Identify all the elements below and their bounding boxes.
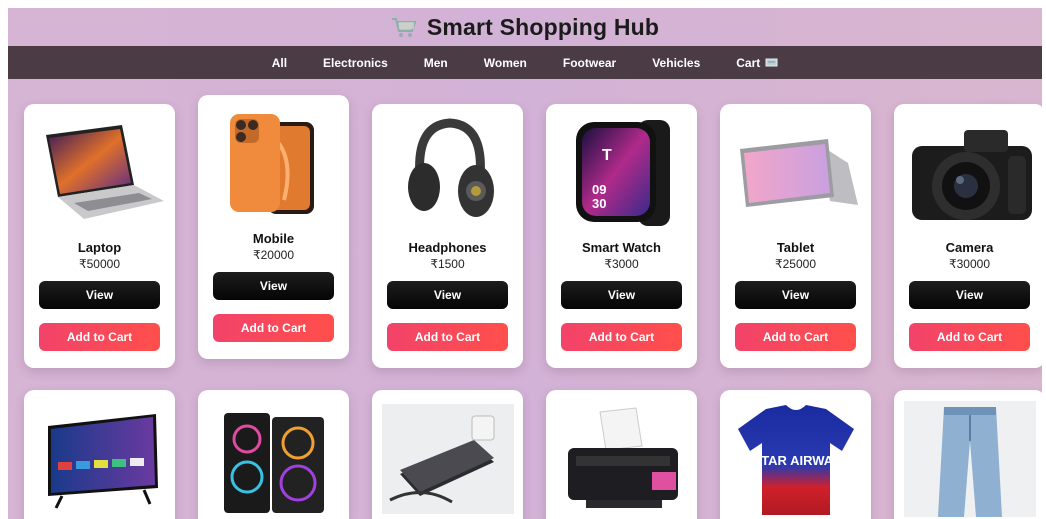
camera-image	[904, 114, 1036, 232]
product-name: Headphones	[408, 240, 487, 255]
jersey-image: QATAR AIRWAYS	[730, 400, 862, 518]
mobile-image	[208, 105, 340, 223]
product-card-speakers	[198, 390, 349, 519]
shopping-cart-icon	[391, 18, 417, 37]
nav-cart[interactable]: Cart	[718, 56, 796, 70]
view-button[interactable]: View	[387, 281, 508, 309]
laptop-image	[34, 114, 166, 232]
tablet-image	[730, 114, 862, 232]
product-card-camera: Camera ₹30000 View Add to Cart	[894, 104, 1042, 368]
view-button[interactable]: View	[561, 281, 682, 309]
add-to-cart-button[interactable]: Add to Cart	[909, 323, 1030, 351]
view-button[interactable]: View	[213, 272, 334, 300]
product-card-jersey: QATAR AIRWAYS	[720, 390, 871, 519]
nav-women[interactable]: Women	[466, 56, 545, 70]
product-price: ₹3000	[604, 257, 639, 271]
product-price: ₹50000	[78, 257, 120, 271]
site-title: Smart Shopping Hub	[426, 13, 660, 40]
cart-icon	[765, 58, 778, 66]
add-to-cart-button[interactable]: Add to Cart	[213, 314, 334, 342]
product-name: Tablet	[776, 240, 815, 255]
product-price: ₹20000	[252, 248, 294, 262]
product-card-tv	[24, 390, 175, 519]
nav-all[interactable]: All	[254, 56, 305, 70]
product-card-tablet: Tablet ₹25000 View Add to Cart	[720, 104, 871, 368]
headphones-image	[382, 114, 514, 232]
add-to-cart-button[interactable]: Add to Cart	[39, 323, 160, 351]
product-name: Camera	[945, 240, 994, 255]
nav-electronics[interactable]: Electronics	[305, 56, 406, 70]
power-bank-image	[381, 400, 514, 518]
page-frame: Smart Shopping Hub All Electronics Men W…	[8, 8, 1042, 519]
add-to-cart-button[interactable]: Add to Cart	[387, 323, 508, 351]
product-card-laptop: Laptop ₹50000 View Add to Cart	[24, 104, 175, 368]
watch-time-hours: 09	[592, 182, 606, 197]
product-card-mobile: Mobile ₹20000 View Add to Cart	[198, 95, 349, 359]
product-name: Laptop	[77, 240, 122, 255]
product-price: ₹25000	[774, 257, 816, 271]
nav-men[interactable]: Men	[406, 56, 466, 70]
site-header: Smart Shopping Hub	[8, 8, 1042, 46]
smart-watch-image: 09 30 T	[556, 114, 688, 232]
add-to-cart-button[interactable]: Add to Cart	[561, 323, 682, 351]
nav-cart-label: Cart	[736, 55, 761, 70]
view-button[interactable]: View	[909, 281, 1030, 309]
product-card-printer	[546, 390, 697, 519]
jersey-sponsor-text: QATAR AIRWAYS	[742, 453, 849, 468]
watch-time-minutes: 30	[592, 196, 606, 211]
product-card-jeans	[894, 390, 1042, 519]
nav-vehicles[interactable]: Vehicles	[634, 56, 718, 70]
category-nav: All Electronics Men Women Footwear Vehic…	[8, 46, 1042, 79]
product-card-power-bank	[372, 390, 523, 519]
product-card-headphones: Headphones ₹1500 View Add to Cart	[372, 104, 523, 368]
svg-text:T: T	[602, 147, 612, 164]
product-name: Smart Watch	[582, 240, 661, 255]
product-name: Mobile	[252, 231, 295, 246]
view-button[interactable]: View	[39, 281, 160, 309]
tv-image	[34, 400, 166, 518]
product-price: ₹30000	[948, 257, 990, 271]
nav-footwear[interactable]: Footwear	[545, 56, 634, 70]
view-button[interactable]: View	[735, 281, 856, 309]
add-to-cart-button[interactable]: Add to Cart	[735, 323, 856, 351]
jeans-image	[903, 400, 1036, 518]
speakers-image	[208, 400, 340, 518]
product-price: ₹1500	[430, 257, 465, 271]
printer-image	[556, 400, 688, 518]
product-grid: Laptop ₹50000 View Add to Cart Mobile ₹2…	[24, 95, 1042, 519]
product-card-smart-watch: 09 30 T Smart Watch ₹3000 View Add to Ca…	[546, 104, 697, 368]
